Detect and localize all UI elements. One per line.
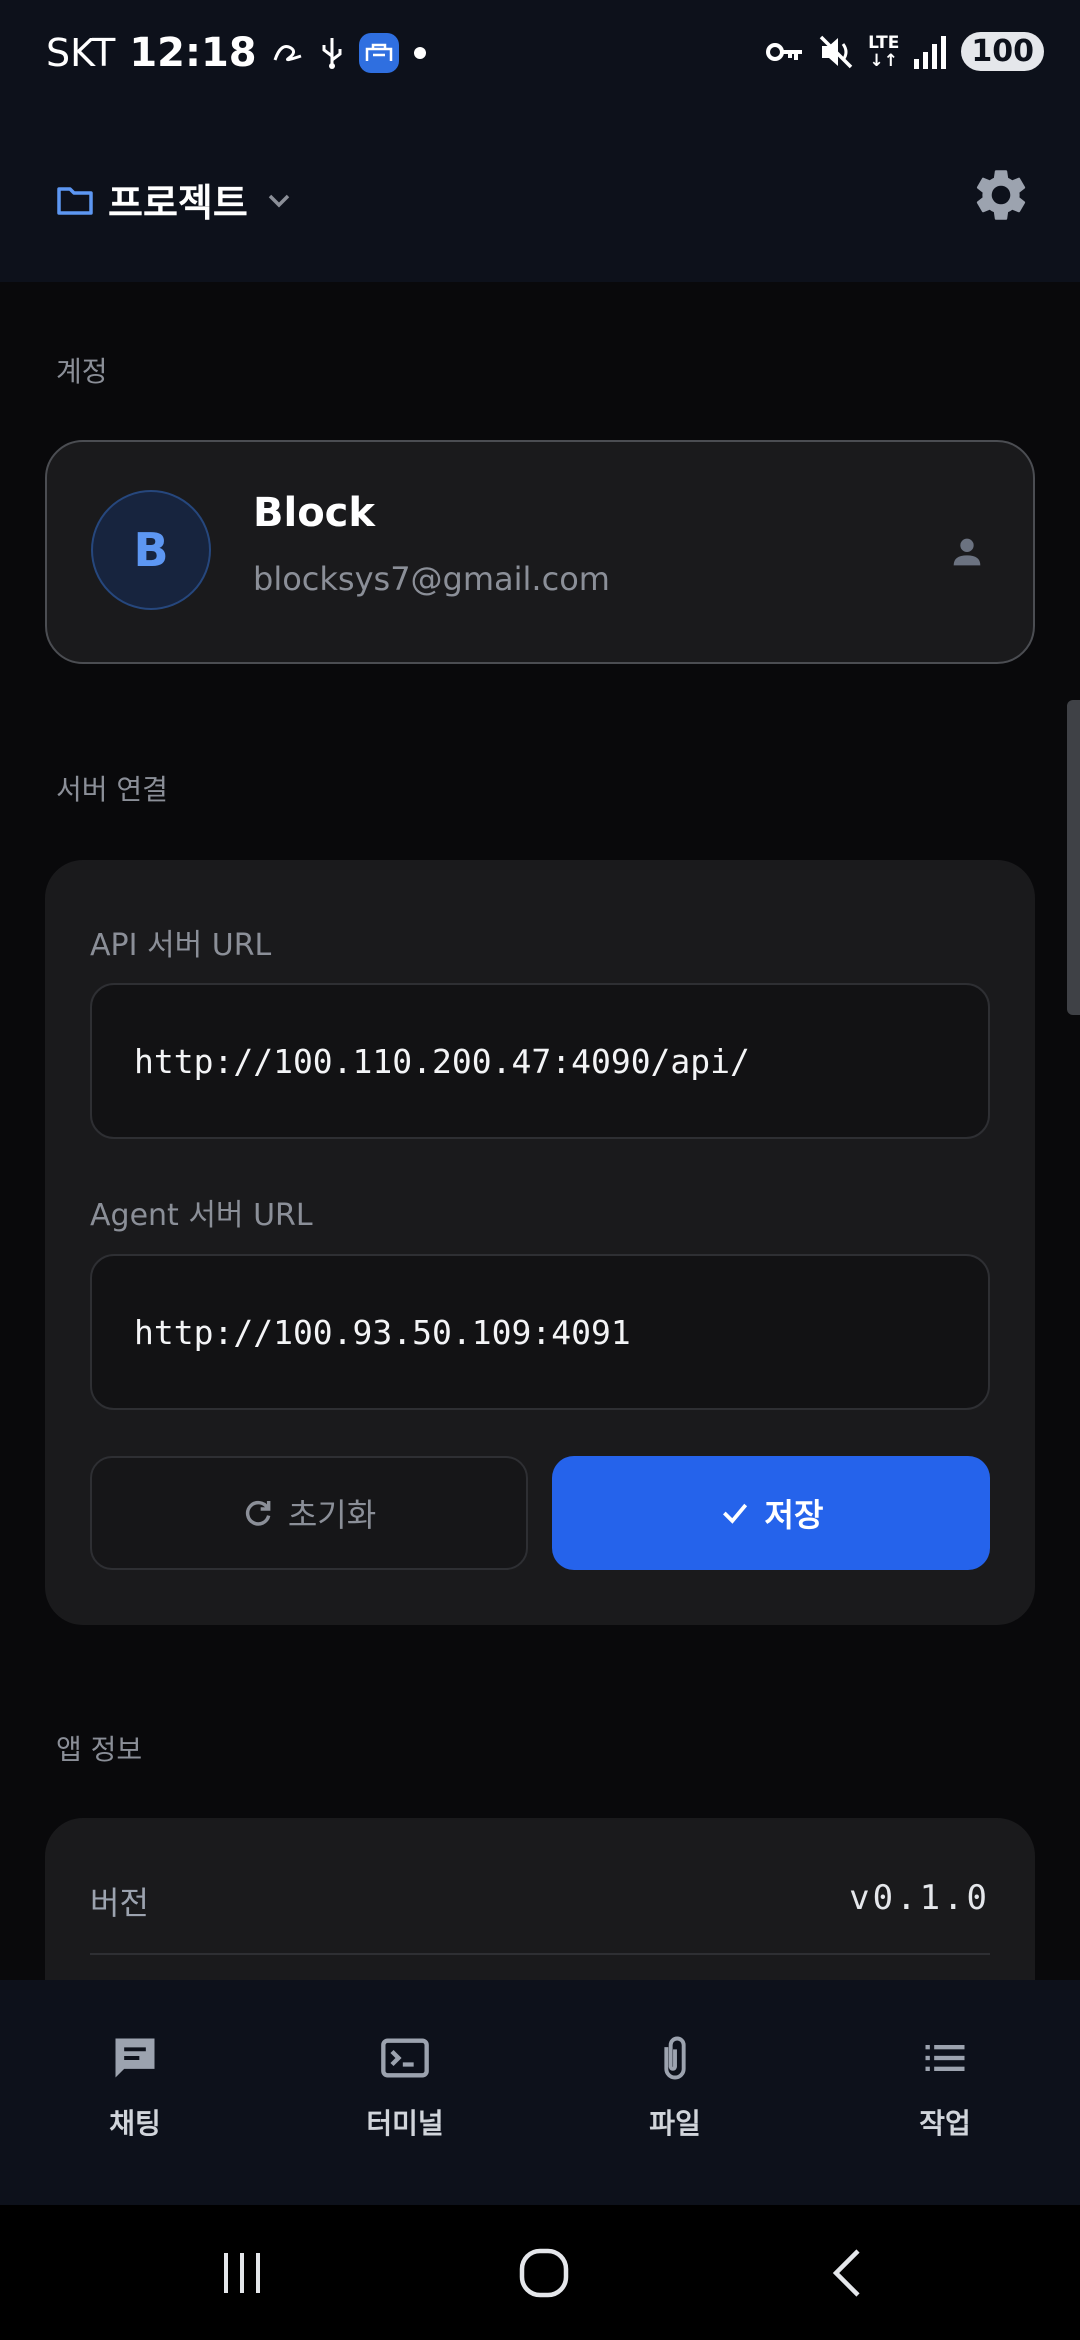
- recent-apps-icon[interactable]: [218, 2249, 266, 2297]
- mute-icon: [819, 35, 853, 68]
- account-section-label: 계정: [56, 355, 108, 388]
- app-info-section-label: 앱 정보: [56, 1733, 143, 1766]
- key-icon: [766, 42, 803, 61]
- version-label: 버전: [90, 1884, 149, 1922]
- person-icon[interactable]: [947, 532, 987, 572]
- link-icon: [273, 45, 302, 62]
- nav-item-files[interactable]: 파일: [540, 1980, 810, 2205]
- divider: [90, 1953, 990, 1955]
- agent-url-label: Agent 서버 URL: [90, 1198, 313, 1233]
- server-section-label: 서버 연결: [56, 773, 168, 806]
- clock: 12:18: [129, 30, 257, 76]
- nav-label-tasks: 작업: [919, 2107, 971, 2140]
- app-notification-icon: [358, 33, 399, 73]
- nav-label-files: 파일: [649, 2107, 701, 2140]
- account-email: blocksys7@gmail.com: [253, 560, 610, 598]
- nav-item-terminal[interactable]: 터미널: [270, 1980, 540, 2205]
- api-url-label: API 서버 URL: [90, 928, 272, 963]
- project-title: 프로젝트: [108, 181, 248, 225]
- status-right: LTE ↓↑ 100: [766, 32, 1044, 71]
- check-icon: [722, 1503, 747, 1524]
- account-name: Block: [253, 490, 375, 536]
- usb-icon: [322, 38, 342, 69]
- back-icon[interactable]: [826, 2247, 870, 2299]
- gear-icon[interactable]: [970, 164, 1032, 226]
- chat-icon: [115, 2038, 155, 2078]
- folder-icon: [57, 186, 93, 215]
- network-type: LTE: [868, 32, 900, 53]
- chevron-down-icon: [268, 194, 290, 207]
- version-value: v0.1.0: [849, 1878, 990, 1918]
- scrollbar[interactable]: [1067, 700, 1080, 1015]
- refresh-icon: [245, 1500, 271, 1526]
- nav-item-chat[interactable]: 채팅: [0, 1980, 270, 2205]
- api-url-input[interactable]: http://100.110.200.47:4090/api/: [90, 983, 990, 1139]
- app-header: 프로젝트: [0, 112, 1080, 282]
- nav-label-terminal: 터미널: [366, 2107, 444, 2140]
- paperclip-icon: [664, 2036, 686, 2080]
- battery-badge: 100: [961, 32, 1044, 71]
- data-arrows-icon: ↓↑: [869, 50, 899, 71]
- bottom-nav: 채팅 터미널 파일 작업: [0, 1980, 1080, 2205]
- agent-url-input[interactable]: http://100.93.50.109:4091: [90, 1254, 990, 1410]
- reset-button[interactable]: 초기화: [90, 1456, 528, 1570]
- save-button-label: 저장: [764, 1496, 824, 1534]
- status-left: SKT 12:18: [46, 30, 427, 76]
- system-nav-bar: [0, 2205, 1080, 2340]
- avatar: B: [91, 490, 211, 610]
- home-icon[interactable]: [518, 2247, 570, 2299]
- signal-icon: [914, 35, 947, 69]
- nav-label-chat: 채팅: [109, 2107, 161, 2140]
- nav-item-tasks[interactable]: 작업: [810, 1980, 1080, 2205]
- list-icon: [925, 2045, 965, 2071]
- terminal-icon: [381, 2038, 429, 2078]
- project-selector[interactable]: 프로젝트: [56, 172, 296, 227]
- reset-button-label: 초기화: [287, 1496, 377, 1534]
- account-card[interactable]: B Block blocksys7@gmail.com: [45, 440, 1035, 664]
- carrier-label: SKT: [46, 31, 116, 75]
- status-bar: SKT 12:18 LTE ↓↑ 100: [0, 0, 1080, 112]
- dot-icon: [413, 47, 426, 59]
- save-button[interactable]: 저장: [552, 1456, 990, 1570]
- server-card: API 서버 URL http://100.110.200.47:4090/ap…: [45, 860, 1035, 1625]
- lte-indicator: LTE ↓↑: [868, 34, 899, 70]
